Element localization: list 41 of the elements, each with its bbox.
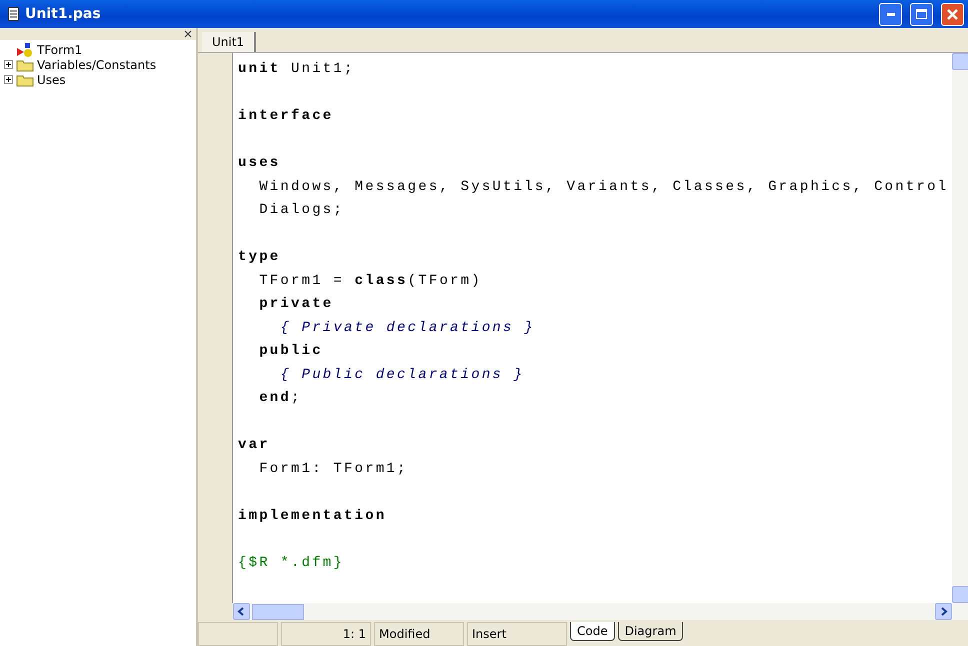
close-icon[interactable] xyxy=(184,30,192,38)
shapes-icon xyxy=(16,42,34,56)
view-tab[interactable]: Diagram xyxy=(618,622,684,641)
maximize-icon xyxy=(916,9,927,19)
maximize-button[interactable] xyxy=(910,2,933,26)
modified-status: Modified xyxy=(374,622,464,646)
expand-icon[interactable] xyxy=(4,75,13,84)
horizontal-scrollbar[interactable] xyxy=(233,603,968,620)
code-line: { Public declarations } xyxy=(279,366,526,384)
minimize-button[interactable] xyxy=(879,2,902,26)
code-line: end; xyxy=(258,390,303,408)
window-title: Unit1.pas xyxy=(25,6,102,22)
view-tab[interactable]: Code xyxy=(570,622,615,641)
code-line: Dialogs; xyxy=(258,202,346,220)
code-line: public xyxy=(258,343,324,361)
cursor-position: 1: 1 xyxy=(281,622,371,646)
code-line: Form1: TForm1; xyxy=(258,460,409,478)
code-line: Windows, Messages, SysUtils, Variants, Classes, Graphics, Control xyxy=(258,178,950,196)
document-icon xyxy=(8,7,19,21)
folder-icon xyxy=(16,58,34,72)
editor-tab[interactable]: Unit1 xyxy=(202,32,256,52)
expand-icon[interactable] xyxy=(4,60,13,69)
close-button[interactable] xyxy=(941,2,964,26)
folder-icon xyxy=(16,72,34,86)
insert-mode: Insert xyxy=(467,622,567,646)
code-line: TForm1 = class(TForm) xyxy=(258,272,483,290)
code-line: var xyxy=(238,436,271,455)
code-line: type xyxy=(238,248,282,267)
tree-item[interactable]: Variables/Constants xyxy=(37,58,156,72)
tree-item[interactable]: Uses xyxy=(37,72,66,86)
code-line: implementation xyxy=(238,506,388,526)
minimize-icon xyxy=(886,12,894,16)
code-line: { Private declarations } xyxy=(279,320,536,338)
code-line: unit Unit1; xyxy=(238,61,356,79)
code-line: uses xyxy=(238,154,282,173)
code-line: interface xyxy=(238,107,334,126)
tree-item[interactable]: TForm1 xyxy=(37,42,82,56)
scrollbar-thumb[interactable] xyxy=(252,604,304,620)
code-line: private xyxy=(258,296,334,314)
close-icon xyxy=(947,8,958,20)
code-line: {$R *.dfm} xyxy=(238,554,346,572)
